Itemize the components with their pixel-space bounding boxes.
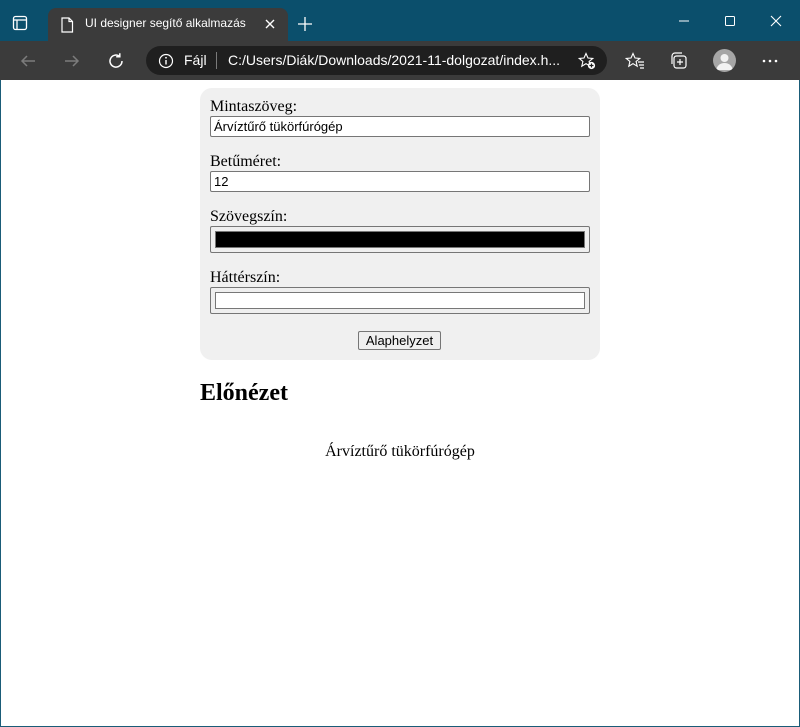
info-icon[interactable] <box>158 53 174 69</box>
background-color-label: Háttérszín: <box>210 269 281 286</box>
font-size-label: Betűméret: <box>210 153 282 170</box>
collections-icon[interactable] <box>668 50 690 72</box>
forward-button[interactable] <box>62 51 82 71</box>
preview-text: Árvíztűrő tükörfúrógép <box>325 443 475 460</box>
new-tab-button[interactable] <box>297 16 313 32</box>
browser-tab[interactable]: UI designer segítő alkalmazás <box>48 8 288 41</box>
tab-title: UI designer segítő alkalmazás <box>85 16 246 30</box>
browser-toolbar: Fájl C:/Users/Diák/Downloads/2021-11-dol… <box>0 41 800 80</box>
reset-button[interactable]: Alaphelyzet <box>358 331 441 350</box>
address-url[interactable]: C:/Users/Diák/Downloads/2021-11-dolgozat… <box>228 52 568 68</box>
address-protocol: Fájl <box>184 52 207 68</box>
add-favorite-icon[interactable] <box>577 52 596 70</box>
address-bar[interactable]: Fájl C:/Users/Diák/Downloads/2021-11-dol… <box>146 46 607 75</box>
background-color-swatch <box>215 292 585 309</box>
minimize-button[interactable] <box>676 13 692 29</box>
favorites-icon[interactable] <box>624 50 646 72</box>
page-icon <box>60 17 74 33</box>
background-color-picker[interactable] <box>210 287 590 314</box>
ellipsis-icon[interactable] <box>759 50 781 72</box>
tab-actions-icon[interactable] <box>10 13 30 33</box>
close-tab-icon[interactable] <box>263 17 277 31</box>
refresh-button[interactable] <box>106 51 126 71</box>
settings-panel: Mintaszöveg: Betűméret: Szövegszín: Hátt… <box>200 88 600 360</box>
sample-text-input[interactable] <box>210 116 590 137</box>
preview-heading: Előnézet <box>200 380 288 406</box>
sample-text-label: Mintaszöveg: <box>210 98 298 115</box>
font-size-input[interactable] <box>210 171 590 192</box>
text-color-picker[interactable] <box>210 226 590 253</box>
title-bar: UI designer segítő alkalmazás <box>0 0 800 41</box>
maximize-button[interactable] <box>722 13 738 29</box>
profile-avatar[interactable] <box>713 49 736 72</box>
back-button[interactable] <box>18 51 38 71</box>
close-window-button[interactable] <box>768 13 784 29</box>
text-color-swatch <box>215 231 585 248</box>
text-color-label: Szövegszín: <box>210 208 288 225</box>
address-separator <box>216 52 217 69</box>
